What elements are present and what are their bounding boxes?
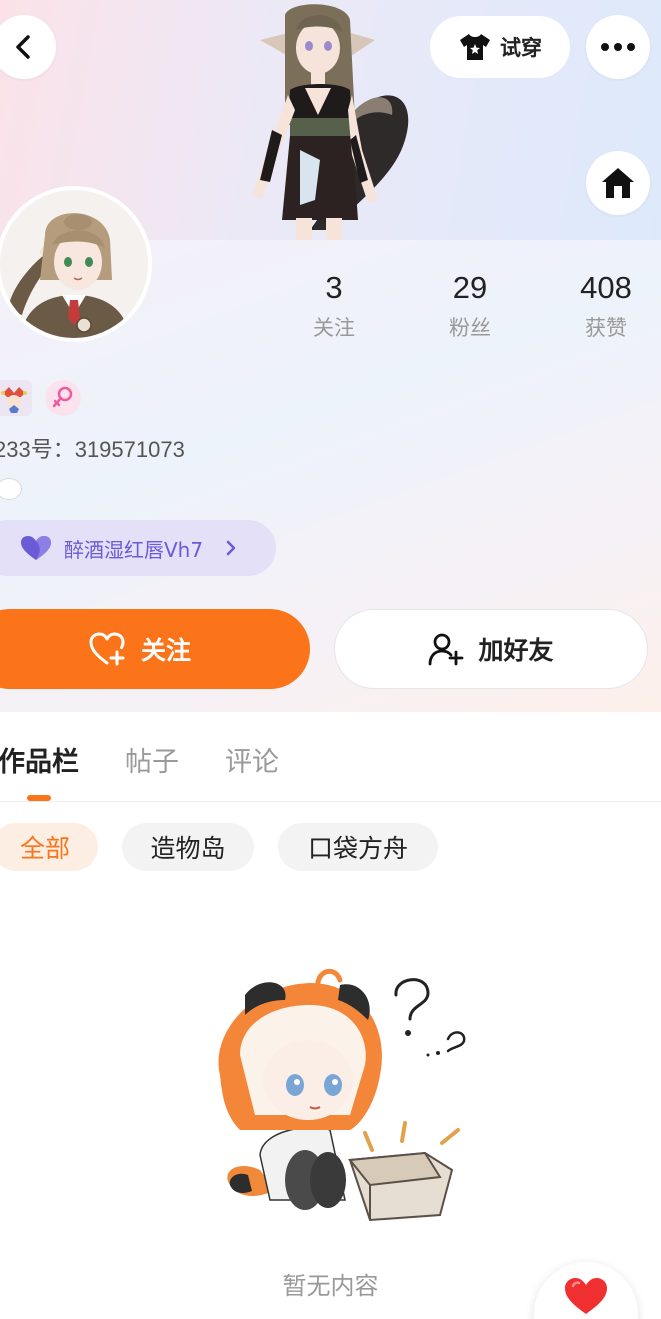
home-button[interactable]	[586, 151, 650, 215]
add-friend-label: 加好友	[478, 636, 554, 665]
filter-pocket-ark[interactable]: 口袋方舟	[278, 823, 438, 871]
heart-plus-icon	[89, 632, 125, 666]
stat-fans[interactable]: 29 粉丝	[410, 270, 530, 342]
heart-icon	[21, 536, 51, 560]
tab-works[interactable]: 作品栏	[0, 740, 79, 779]
tshirt-icon	[460, 34, 490, 60]
gender-female-badge	[45, 380, 81, 416]
stat-likes-label: 获赞	[585, 316, 627, 340]
stat-following-count: 3	[325, 270, 343, 305]
follow-button[interactable]: 关注	[0, 609, 310, 689]
jester-icon	[1, 387, 27, 413]
stat-likes[interactable]: 408 获赞	[546, 270, 661, 342]
chevron-left-icon	[16, 35, 30, 59]
user-id: 233号：319571073	[0, 437, 185, 462]
more-button[interactable]	[586, 15, 650, 79]
female-icon	[52, 386, 73, 408]
stat-following[interactable]: 3 关注	[274, 270, 394, 342]
try-on-label: 试穿	[500, 36, 542, 60]
stat-fans-label: 粉丝	[449, 316, 491, 340]
tab-comments[interactable]: 评论	[225, 740, 279, 779]
follow-label: 关注	[140, 636, 191, 665]
stat-following-label: 关注	[313, 316, 355, 340]
filter-creation-island[interactable]: 造物岛	[122, 823, 254, 871]
more-dots-icon	[601, 43, 635, 51]
stat-fans-count: 29	[452, 270, 488, 305]
heart-icon	[565, 1278, 607, 1314]
filter-all[interactable]: 全部	[0, 823, 98, 871]
add-friend-button[interactable]: 加好友	[334, 609, 648, 689]
club-chip-label: 醉酒湿红唇Vh7	[64, 537, 204, 562]
try-on-button[interactable]: 试穿	[430, 16, 570, 78]
chevron-right-icon	[226, 540, 236, 556]
avatar-image	[0, 190, 148, 338]
user-plus-icon	[429, 633, 464, 666]
stat-likes-count: 408	[580, 270, 632, 305]
club-chip[interactable]: 醉酒湿红唇Vh7	[0, 520, 276, 576]
avatar[interactable]	[0, 186, 152, 342]
home-icon	[602, 168, 634, 198]
tabs-divider	[0, 801, 661, 802]
jester-badge[interactable]	[0, 380, 32, 416]
tab-posts[interactable]: 帖子	[125, 740, 179, 779]
empty-state-illustration	[218, 968, 466, 1222]
